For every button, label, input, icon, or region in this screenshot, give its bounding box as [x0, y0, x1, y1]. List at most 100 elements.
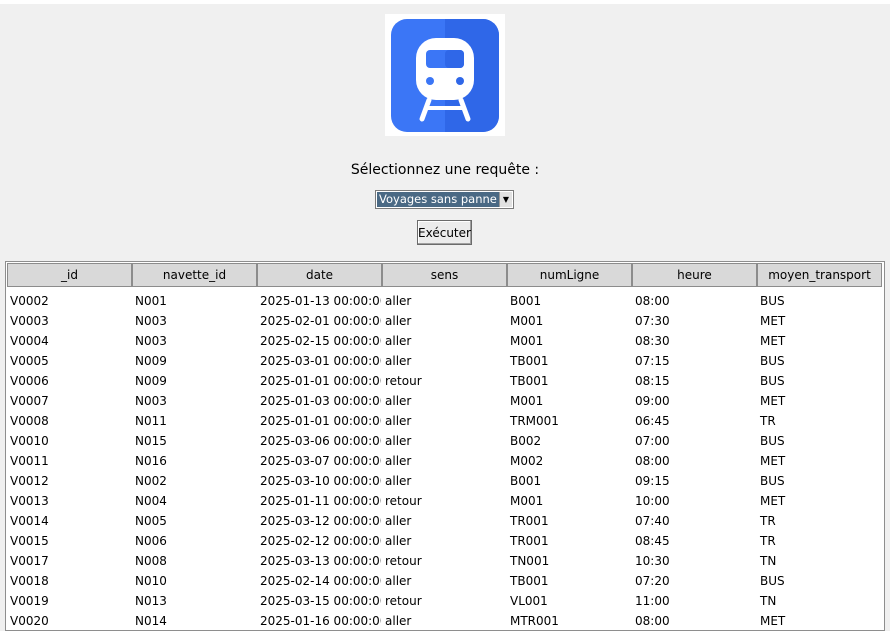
table-cell: MET	[760, 614, 786, 628]
column-header-numLigne[interactable]: numLigne	[507, 263, 632, 287]
table-row[interactable]: V0006 N009 2025-01-01 00:00:00 retour TB001 0…	[6, 371, 884, 391]
table-cell: TN001	[510, 554, 550, 568]
table-cell: TR001	[510, 514, 549, 528]
table-cell: 10:00	[635, 494, 670, 508]
table-cell: N005	[135, 514, 167, 528]
table-cell: TB001	[510, 574, 549, 588]
column-header-sens[interactable]: sens	[382, 263, 507, 287]
table-cell: M001	[510, 494, 544, 508]
table-cell: 08:00	[635, 454, 670, 468]
table-cell: TRM001	[510, 414, 559, 428]
table-cell: 11:00	[635, 594, 670, 608]
table-row[interactable]: V0014 N005 2025-03-12 00:00:00 aller TR001 07…	[6, 511, 884, 531]
table-cell: 2025-02-15 00:00:00	[260, 334, 381, 348]
table-cell: N009	[135, 374, 167, 388]
table-cell: 2025-03-07 00:00:00	[260, 454, 381, 468]
table-cell: 2025-03-06 00:00:00	[260, 434, 381, 448]
column-header-heure[interactable]: heure	[632, 263, 757, 287]
table-row[interactable]: V0003 N003 2025-02-01 00:00:00 aller M001 07:…	[6, 311, 884, 331]
table-cell: TR	[760, 534, 776, 548]
table-row[interactable]: V0004 N003 2025-02-15 00:00:00 aller M001 08:…	[6, 331, 884, 351]
table-row[interactable]: V0012 N002 2025-03-10 00:00:00 aller B001 09:…	[6, 471, 884, 491]
results-table[interactable]: _id navette_id date sens numLigne heure moyen_…	[5, 261, 885, 631]
table-cell: 08:15	[635, 374, 670, 388]
table-cell: N015	[135, 434, 167, 448]
table-cell: V0006	[10, 374, 49, 388]
table-cell: 09:15	[635, 474, 670, 488]
table-cell: 07:15	[635, 354, 670, 368]
table-row[interactable]: V0011 N016 2025-03-07 00:00:00 aller M002 08:…	[6, 451, 884, 471]
table-cell: V0015	[10, 534, 49, 548]
table-row[interactable]: V0020 N014 2025-01-16 00:00:00 aller MTR001 0…	[6, 611, 884, 630]
table-cell: aller	[385, 354, 412, 368]
table-cell: TB001	[510, 354, 549, 368]
table-cell: 08:00	[635, 294, 670, 308]
column-header-id[interactable]: _id	[7, 263, 132, 287]
column-header-navette-id[interactable]: navette_id	[132, 263, 257, 287]
table-row[interactable]: V0007 N003 2025-01-03 00:00:00 aller M001 09:…	[6, 391, 884, 411]
table-row[interactable]: V0008 N011 2025-01-01 00:00:00 aller TRM001 0…	[6, 411, 884, 431]
table-cell: 2025-03-12 00:00:00	[260, 514, 381, 528]
table-cell: 09:00	[635, 394, 670, 408]
table-cell: aller	[385, 454, 412, 468]
table-cell: V0007	[10, 394, 49, 408]
table-header: _id navette_id date sens numLigne heure moyen_…	[7, 263, 884, 289]
table-cell: aller	[385, 434, 412, 448]
table-row[interactable]: V0013 N004 2025-01-11 00:00:00 retour M001 10…	[6, 491, 884, 511]
table-cell: 2025-01-01 00:00:00	[260, 414, 381, 428]
table-cell: N001	[135, 294, 167, 308]
table-cell: MET	[760, 334, 786, 348]
table-row[interactable]: V0005 N009 2025-03-01 00:00:00 aller TB001 07…	[6, 351, 884, 371]
table-cell: aller	[385, 474, 412, 488]
table-row[interactable]: V0018 N010 2025-02-14 00:00:00 aller TB001 07…	[6, 571, 884, 591]
table-cell: 2025-01-11 00:00:00	[260, 494, 381, 508]
train-icon	[391, 19, 499, 132]
table-cell: N003	[135, 394, 167, 408]
table-cell: 2025-01-03 00:00:00	[260, 394, 381, 408]
table-row[interactable]: V0002 N001 2025-01-13 00:00:00 aller B001 08:…	[6, 291, 884, 311]
table-cell: N002	[135, 474, 167, 488]
table-cell: BUS	[760, 574, 785, 588]
table-cell: B001	[510, 474, 542, 488]
table-cell: BUS	[760, 434, 785, 448]
table-cell: 2025-01-13 00:00:00	[260, 294, 381, 308]
table-cell: 10:30	[635, 554, 670, 568]
table-cell: V0010	[10, 434, 49, 448]
table-cell: aller	[385, 334, 412, 348]
query-select[interactable]: Voyages sans panne ▼	[375, 190, 514, 209]
table-cell: N011	[135, 414, 167, 428]
table-cell: 07:20	[635, 574, 670, 588]
table-row[interactable]: V0017 N008 2025-03-13 00:00:00 retour TN001 1…	[6, 551, 884, 571]
table-cell: V0013	[10, 494, 49, 508]
table-cell: retour	[385, 374, 422, 388]
column-header-date[interactable]: date	[257, 263, 382, 287]
table-cell: retour	[385, 494, 422, 508]
table-cell: N003	[135, 334, 167, 348]
column-header-moyen-transport[interactable]: moyen_transport	[757, 263, 882, 287]
table-cell: TR	[760, 514, 776, 528]
table-cell: N013	[135, 594, 167, 608]
table-cell: V0020	[10, 614, 49, 628]
table-cell: TN	[760, 554, 777, 568]
table-cell: BUS	[760, 354, 785, 368]
table-cell: aller	[385, 534, 412, 548]
table-cell: MET	[760, 394, 786, 408]
table-cell: MET	[760, 494, 786, 508]
table-cell: B002	[510, 434, 542, 448]
table-cell: aller	[385, 414, 412, 428]
table-cell: 2025-03-15 00:00:00	[260, 594, 381, 608]
table-row[interactable]: V0019 N013 2025-03-15 00:00:00 retour VL001 1…	[6, 591, 884, 611]
chevron-down-icon[interactable]: ▼	[499, 192, 512, 207]
table-body: V0002 N001 2025-01-13 00:00:00 aller B001 08:…	[6, 289, 884, 630]
table-row[interactable]: V0015 N006 2025-02-12 00:00:00 aller TR001 08…	[6, 531, 884, 551]
table-cell: M001	[510, 394, 544, 408]
table-row[interactable]: V0010 N015 2025-03-06 00:00:00 aller B002 07:…	[6, 431, 884, 451]
table-cell: retour	[385, 554, 422, 568]
table-cell: TR	[760, 414, 776, 428]
execute-button[interactable]: Exécuter	[417, 220, 472, 245]
table-cell: 2025-02-01 00:00:00	[260, 314, 381, 328]
table-cell: 07:30	[635, 314, 670, 328]
table-cell: V0003	[10, 314, 49, 328]
table-cell: M002	[510, 454, 544, 468]
table-cell: 2025-03-01 00:00:00	[260, 354, 381, 368]
